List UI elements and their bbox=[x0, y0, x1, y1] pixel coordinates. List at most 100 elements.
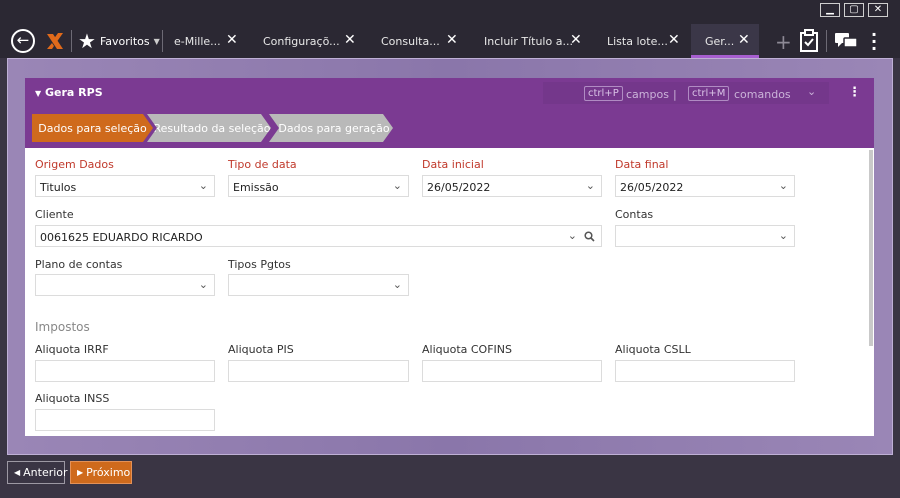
tab-lista-lote[interactable]: Lista lote... ✕ bbox=[600, 24, 690, 58]
aliquota-pis-label: Aliquota PIS bbox=[228, 343, 294, 356]
separator bbox=[71, 30, 72, 52]
chevron-down-icon[interactable]: ⌄ bbox=[568, 229, 577, 242]
chevron-down-icon: ⌄ bbox=[778, 229, 788, 242]
tipo-data-label: Tipo de data bbox=[228, 158, 297, 171]
form-panel: Origem Dados Titulos ⌄ Tipo de data Emis… bbox=[25, 148, 874, 436]
aliquota-pis-input[interactable] bbox=[228, 360, 409, 382]
close-tab-icon[interactable]: ✕ bbox=[226, 32, 238, 48]
data-final-value: 26/05/2022 bbox=[620, 181, 684, 194]
aliquota-inss-label: Aliquota INSS bbox=[35, 392, 110, 405]
data-inicial-label: Data inicial bbox=[422, 158, 484, 171]
tab-label: Configuraçõ... bbox=[263, 34, 340, 48]
favorites-label: Favoritos bbox=[99, 34, 150, 48]
aliquota-csll-label: Aliquota CSLL bbox=[615, 343, 691, 356]
contas-select[interactable]: ⌄ bbox=[615, 225, 795, 247]
panel-title-text: Gera RPS bbox=[45, 86, 103, 99]
plano-contas-label: Plano de contas bbox=[35, 258, 123, 271]
tab-gera-rps[interactable]: Ger... ✕ bbox=[691, 24, 759, 58]
close-tab-icon[interactable]: ✕ bbox=[344, 32, 356, 48]
panel-title[interactable]: ▼ Gera RPS bbox=[35, 86, 103, 99]
data-final-field[interactable]: 26/05/2022 ⌄ bbox=[615, 175, 795, 197]
search-icon[interactable] bbox=[584, 231, 595, 242]
shortcut-fields-label[interactable]: campos bbox=[626, 88, 669, 101]
tab-label: Incluir Título a... bbox=[484, 34, 573, 48]
data-inicial-value: 26/05/2022 bbox=[427, 181, 491, 194]
chevron-down-icon: ⌄ bbox=[198, 278, 208, 291]
separator bbox=[826, 30, 827, 52]
maximize-button[interactable]: ▢ bbox=[844, 3, 864, 17]
aliquota-csll-input[interactable] bbox=[615, 360, 795, 382]
data-final-label: Data final bbox=[615, 158, 669, 171]
tab-label: Lista lote... bbox=[607, 34, 668, 48]
plano-contas-select[interactable]: ⌄ bbox=[35, 274, 215, 296]
scrollbar[interactable] bbox=[869, 150, 873, 346]
plus-icon[interactable]: + bbox=[775, 30, 792, 54]
tipos-pgtos-select[interactable]: ⌄ bbox=[228, 274, 409, 296]
contas-label: Contas bbox=[615, 208, 654, 221]
step-label: Dados para geração bbox=[278, 121, 390, 135]
step-label: Resultado da seleção bbox=[153, 121, 271, 135]
panel-kebab-icon[interactable]: ⋮ bbox=[848, 85, 861, 100]
tab-label: e-Mille... bbox=[174, 34, 221, 48]
close-tab-icon[interactable]: ✕ bbox=[668, 32, 680, 48]
tab-label: Ger... bbox=[705, 34, 735, 48]
tipo-data-select[interactable]: Emissão ⌄ bbox=[228, 175, 409, 197]
step-dados-geracao[interactable]: Dados para geração bbox=[269, 114, 393, 142]
panel-header: ▼ Gera RPS ctrl+P campos | ctrl+M comand… bbox=[25, 78, 874, 148]
clipboard-check-icon[interactable] bbox=[799, 29, 819, 53]
close-window-button[interactable]: ✕ bbox=[868, 3, 888, 17]
kbd-commands: ctrl+M bbox=[688, 86, 730, 101]
top-tab-bar: ← ★ Favoritos ▼ e-Mille... ✕ Configuraçõ… bbox=[0, 24, 900, 58]
aliquota-irrf-label: Aliquota IRRF bbox=[35, 343, 109, 356]
proximo-button[interactable]: ▶ Próximo bbox=[70, 461, 132, 484]
back-icon[interactable]: ← bbox=[11, 29, 35, 53]
origem-dados-select[interactable]: Titulos ⌄ bbox=[35, 175, 215, 197]
origem-dados-value: Titulos bbox=[40, 181, 77, 194]
step-label: Dados para seleção bbox=[38, 121, 147, 135]
close-tab-icon[interactable]: ✕ bbox=[738, 32, 750, 48]
tab-configuracoes[interactable]: Configuraçõ... ✕ bbox=[256, 24, 372, 58]
x-logo-icon[interactable] bbox=[44, 30, 66, 52]
shortcut-commands-label[interactable]: comandos bbox=[734, 88, 791, 101]
caret-down-icon: ▼ bbox=[35, 89, 42, 98]
aliquota-irrf-input[interactable] bbox=[35, 360, 215, 382]
shortcut-bar: ctrl+P campos | ctrl+M comandos ⌄ bbox=[543, 82, 829, 104]
close-tab-icon[interactable]: ✕ bbox=[570, 32, 582, 48]
cliente-label: Cliente bbox=[35, 208, 74, 221]
aliquota-cofins-input[interactable] bbox=[422, 360, 602, 382]
window-titlebar: ▁ ▢ ✕ bbox=[0, 0, 900, 24]
cliente-field[interactable]: 0061625 EDUARDO RICARDO ⌄ bbox=[35, 225, 602, 247]
chevron-down-icon: ⌄ bbox=[198, 179, 208, 192]
chat-icon[interactable] bbox=[834, 32, 858, 50]
step-dados-selecao[interactable]: Dados para seleção bbox=[32, 114, 153, 142]
separator bbox=[162, 30, 163, 52]
origem-dados-label: Origem Dados bbox=[35, 158, 114, 171]
caret-left-icon: ◀ bbox=[14, 468, 21, 477]
aliquota-inss-input[interactable] bbox=[35, 409, 215, 431]
favorites-menu[interactable]: ★ Favoritos ▼ bbox=[78, 29, 160, 53]
chevron-down-icon: ▼ bbox=[153, 36, 160, 46]
anterior-label: Anterior bbox=[23, 466, 68, 479]
aliquota-cofins-label: Aliquota COFINS bbox=[422, 343, 512, 356]
cliente-value: 0061625 EDUARDO RICARDO bbox=[40, 231, 203, 244]
tab-incluir-titulo[interactable]: Incluir Título a... ✕ bbox=[477, 24, 595, 58]
chevron-down-icon[interactable]: ⌄ bbox=[807, 85, 816, 98]
kbd-fields: ctrl+P bbox=[584, 86, 623, 101]
kebab-icon[interactable]: · · · bbox=[871, 27, 877, 57]
tipo-data-value: Emissão bbox=[233, 181, 279, 194]
tab-e-mille[interactable]: e-Mille... ✕ bbox=[166, 24, 266, 58]
tab-label: Consulta... bbox=[381, 34, 440, 48]
chevron-down-icon: ⌄ bbox=[392, 179, 402, 192]
data-inicial-field[interactable]: 26/05/2022 ⌄ bbox=[422, 175, 602, 197]
close-tab-icon[interactable]: ✕ bbox=[446, 32, 458, 48]
chevron-down-icon: ⌄ bbox=[392, 278, 402, 291]
proximo-label: Próximo bbox=[86, 466, 131, 479]
tab-consulta[interactable]: Consulta... ✕ bbox=[374, 24, 474, 58]
step-resultado-selecao[interactable]: Resultado da seleção bbox=[147, 114, 271, 142]
caret-right-icon: ▶ bbox=[77, 468, 84, 477]
chevron-down-icon: ⌄ bbox=[778, 179, 788, 192]
shortcut-divider: | bbox=[673, 88, 677, 101]
anterior-button[interactable]: ◀ Anterior bbox=[7, 461, 68, 484]
minimize-button[interactable]: ▁ bbox=[820, 3, 840, 17]
chevron-down-icon: ⌄ bbox=[585, 179, 595, 192]
